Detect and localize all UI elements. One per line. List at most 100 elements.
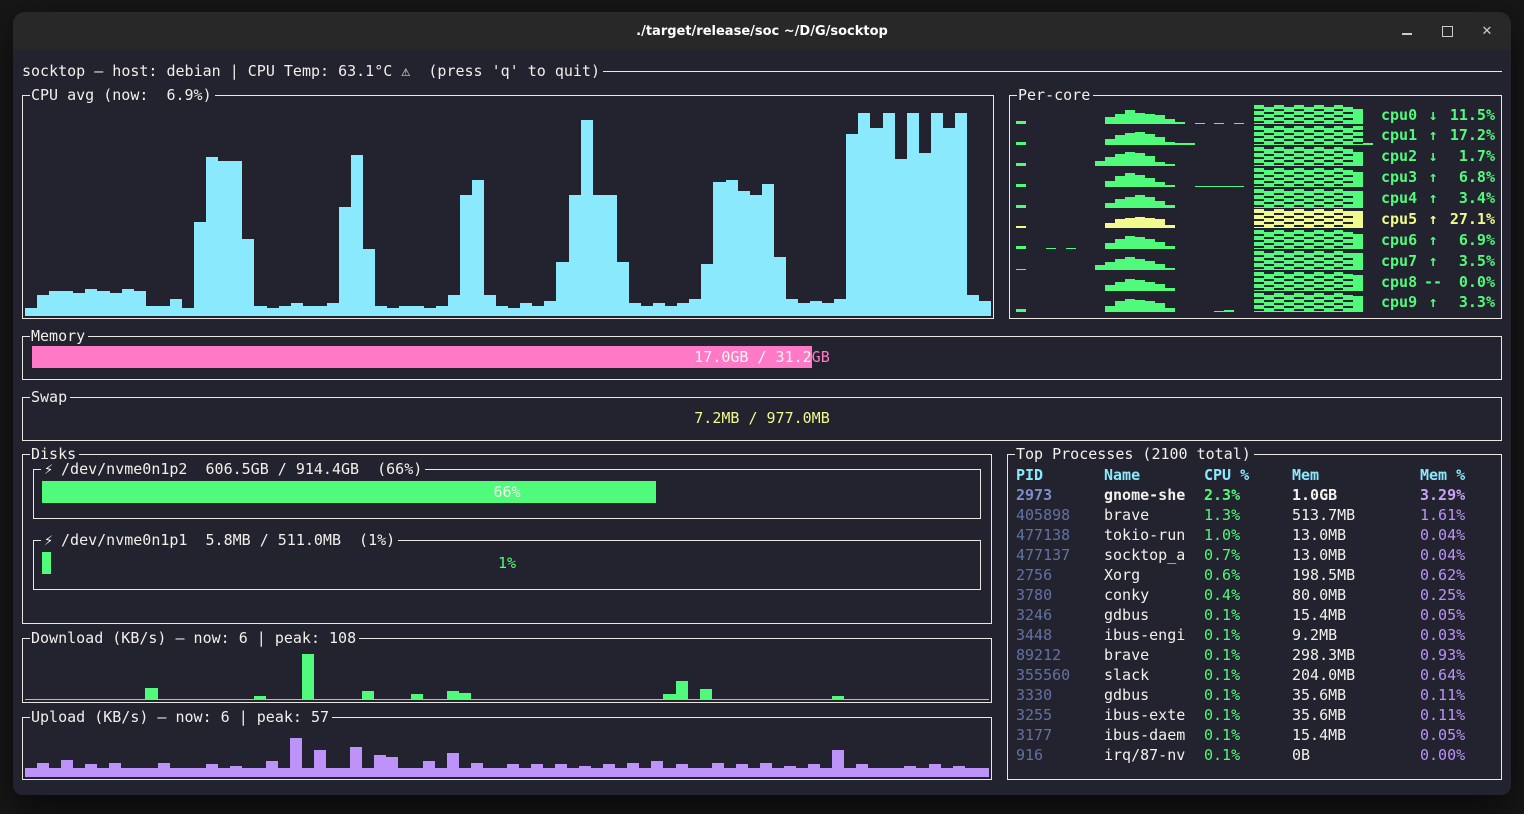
bar	[1304, 293, 1314, 312]
bar	[290, 699, 302, 700]
bar	[615, 768, 627, 777]
memory-panel: Memory 17.0GB / 31.2GB 17.0GB / 31.2GB	[22, 336, 1502, 380]
bar	[314, 699, 326, 700]
bar	[1115, 154, 1125, 165]
bar	[772, 768, 784, 777]
bar	[1363, 143, 1373, 145]
bar	[49, 699, 61, 700]
bar	[1264, 293, 1274, 312]
bar	[868, 768, 880, 777]
bar	[447, 753, 459, 777]
process-cell-cpu: 0.1%	[1204, 686, 1292, 704]
bar	[531, 699, 543, 700]
process-cell-mem: 298.3MB	[1292, 646, 1420, 664]
bar	[460, 195, 472, 316]
bar	[653, 303, 665, 316]
bar	[254, 768, 266, 777]
core-arrow: --	[1421, 273, 1445, 291]
minimize-button[interactable]	[1399, 23, 1415, 39]
bar	[1343, 272, 1353, 291]
bar	[1165, 164, 1175, 166]
bar	[254, 306, 266, 316]
bar	[1274, 126, 1284, 145]
bar	[1343, 189, 1353, 208]
bar	[820, 699, 832, 700]
bar	[1095, 161, 1105, 166]
bar	[1135, 237, 1145, 249]
bar	[593, 195, 605, 316]
disk-1-gauge-label: 1%	[42, 552, 972, 574]
swap-gauge: 7.2MB / 977.0MB	[32, 407, 1492, 429]
process-cell-memp: 0.11%	[1420, 706, 1498, 724]
core-row: cpu0↓11.5%	[1016, 105, 1495, 124]
core-arrow: ↑	[1421, 189, 1445, 207]
bar	[1016, 246, 1026, 249]
process-cell-memp: 0.04%	[1420, 546, 1498, 564]
bar	[242, 699, 254, 700]
process-cell-name: ibus-daem	[1104, 726, 1204, 744]
core-arrow: ↑	[1421, 252, 1445, 270]
minimize-icon	[1402, 33, 1412, 35]
bar	[218, 161, 230, 316]
bar	[1214, 311, 1224, 312]
core-label: cpu7↑ 3.5%	[1381, 252, 1495, 270]
bar	[1294, 230, 1304, 249]
swap-title: Swap	[30, 387, 70, 407]
bar	[1353, 275, 1363, 291]
bar	[73, 293, 85, 316]
bar	[302, 654, 314, 700]
bar	[1284, 293, 1294, 312]
bar	[97, 291, 109, 316]
bar	[158, 699, 170, 700]
bar	[1274, 189, 1284, 208]
bar	[1125, 110, 1135, 124]
process-cell-memp: 0.93%	[1420, 646, 1498, 664]
bar	[1284, 147, 1294, 166]
bar	[1294, 293, 1304, 312]
disk-0-title: /dev/nvme0n1p2 606.5GB / 914.4GB (66%)	[61, 459, 422, 479]
bar	[603, 699, 615, 700]
disk-0-gauge: 66% 66%	[42, 481, 972, 503]
bar	[1353, 253, 1363, 270]
bar	[760, 763, 772, 777]
bar	[97, 699, 109, 700]
cpu-avg-panel: CPU avg (now: 6.9%)	[22, 95, 994, 319]
core-arrow: ↑	[1421, 293, 1445, 311]
bar	[1115, 114, 1125, 124]
bar	[726, 180, 738, 316]
bar	[266, 699, 278, 700]
bar	[206, 157, 218, 316]
bar	[1214, 186, 1224, 187]
process-cell-pid: 3330	[1016, 686, 1104, 704]
bar	[483, 699, 495, 700]
bar	[760, 699, 772, 700]
bar	[736, 764, 748, 777]
bar	[386, 757, 398, 777]
bar	[880, 699, 892, 700]
bar	[1254, 293, 1264, 312]
bar	[412, 306, 424, 316]
bar	[1135, 113, 1145, 124]
core-sparkline	[1016, 168, 1373, 187]
per-core-rows: cpu0↓11.5%cpu1↑17.2%cpu2↓ 1.7%cpu3↑ 6.8%…	[1016, 105, 1495, 312]
bar	[1274, 168, 1284, 187]
process-row: 477137socktop_a0.7%13.0MB0.04%	[1016, 545, 1498, 565]
bar	[1324, 147, 1334, 166]
core-sparkline	[1016, 230, 1373, 249]
bar	[676, 681, 688, 700]
maximize-button[interactable]	[1439, 23, 1455, 39]
core-arrow: ↑	[1421, 210, 1445, 228]
bar	[1324, 209, 1334, 228]
per-core-panel: Per-core cpu0↓11.5%cpu1↑17.2%cpu2↓ 1.7%c…	[1009, 95, 1502, 319]
close-button[interactable]: ✕	[1479, 23, 1495, 39]
process-cell-pid: 2756	[1016, 566, 1104, 584]
bar	[1155, 182, 1165, 187]
bar	[1294, 168, 1304, 187]
bar	[1353, 234, 1363, 249]
bar	[1155, 303, 1165, 312]
bar	[267, 308, 279, 316]
memory-title: Memory	[30, 326, 88, 346]
core-value: 3.5%	[1445, 252, 1495, 270]
bar	[856, 764, 868, 777]
bar	[302, 768, 314, 777]
